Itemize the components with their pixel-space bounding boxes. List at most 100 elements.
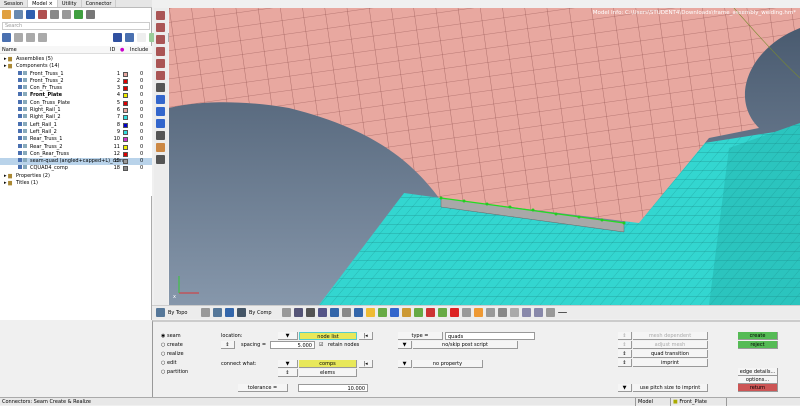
name-column-header[interactable]: Name (0, 46, 110, 53)
view-back-icon[interactable] (156, 23, 165, 32)
edge-details-button[interactable]: edge details... (738, 368, 778, 376)
solid-icon[interactable] (294, 308, 303, 317)
tab-session[interactable]: Session (0, 0, 29, 7)
group-color-icon[interactable] (474, 308, 483, 317)
component-view-icon[interactable] (2, 10, 11, 19)
node-list-selector[interactable]: node list (299, 332, 357, 340)
imprint-button[interactable]: imprint (633, 359, 708, 367)
imprint-toggle[interactable]: ⇕ (618, 359, 632, 367)
delete-icon[interactable] (450, 308, 459, 317)
lasso-icon[interactable] (201, 308, 210, 317)
spacing-toggle-icon[interactable]: ⇕ (221, 341, 235, 349)
color-swatch[interactable] (123, 122, 128, 128)
reverse-display-icon[interactable] (402, 308, 411, 317)
ruler-icon[interactable] (156, 119, 165, 128)
system-icon[interactable] (50, 10, 59, 19)
mode-radio-create[interactable]: ○ create (161, 341, 183, 349)
adjust-mesh-toggle[interactable]: ⇕ (618, 341, 632, 349)
mode-radio-realize[interactable]: ○ realize (161, 350, 184, 358)
spacing-input[interactable]: 5.000 (270, 341, 315, 349)
line-icon[interactable] (306, 308, 315, 317)
display-icon[interactable] (113, 33, 122, 42)
minus-icon[interactable] (558, 312, 567, 313)
mask-elements-icon[interactable] (426, 308, 435, 317)
color-swatch[interactable] (123, 100, 128, 106)
shading-icon[interactable] (213, 308, 222, 317)
radio-icon[interactable]: ◉ (161, 333, 165, 339)
by-comp-selector[interactable]: By Comp (249, 310, 279, 316)
pitch-dropdown-icon[interactable]: ▼ (618, 384, 632, 392)
include-column-header[interactable]: Include (130, 46, 148, 53)
by-topo-selector[interactable]: By Topo (168, 310, 198, 316)
color-swatch[interactable] (123, 86, 128, 92)
radio-icon[interactable]: ○ (161, 342, 165, 348)
plane-icon[interactable] (318, 308, 327, 317)
id-column-header[interactable]: ID (110, 46, 120, 53)
vector-icon[interactable] (342, 308, 351, 317)
mode-radio-seam[interactable]: ◉ seam (161, 332, 181, 340)
connect-dropdown-icon[interactable]: ▼ (278, 360, 298, 368)
component-row[interactable]: Rear_Truss_1 10 0 (0, 136, 152, 143)
comps-selector[interactable]: comps (299, 360, 357, 368)
tree-folder[interactable]: ▸ ▆ Components (14) (0, 63, 152, 70)
location-dropdown-icon[interactable]: ▼ (278, 332, 298, 340)
by-comp-icon[interactable] (237, 308, 246, 317)
component-row[interactable]: seam-quad (angled+capped+L)_comp 15 0 (0, 158, 152, 166)
rotate-icon[interactable] (156, 83, 165, 92)
display-all-icon[interactable] (390, 308, 399, 317)
component-row[interactable]: Con_Fr_Truss 3 0 (0, 85, 152, 92)
color-swatch[interactable] (123, 115, 128, 121)
surface-icon[interactable] (330, 308, 339, 317)
entity-icon[interactable] (498, 308, 507, 317)
mesh-dependent-button[interactable]: mesh dependent (633, 332, 708, 340)
component-row[interactable]: Left_Rail_1 8 0 (0, 121, 152, 129)
assembly-icon[interactable] (14, 10, 23, 19)
component-row[interactable]: Front_Truss_2 2 0 (0, 77, 152, 85)
hand-icon[interactable] (156, 143, 165, 152)
property-selector[interactable]: no property (413, 360, 483, 368)
component-row[interactable]: Con_Truss_Plate 5 0 (0, 99, 152, 107)
color-column-icon[interactable]: ● (120, 46, 130, 53)
reverse-icon[interactable] (38, 33, 47, 42)
gear-icon[interactable] (462, 308, 471, 317)
numbers-icon[interactable] (156, 107, 165, 116)
pitch-selector[interactable]: use pitch size to imprint (633, 384, 708, 392)
component-row[interactable]: Rear_Truss_2 11 0 (0, 143, 152, 151)
component-row[interactable]: Left_Rail_2 9 0 (0, 128, 152, 136)
reject-button[interactable]: reject (738, 341, 778, 349)
retain-nodes-checkbox[interactable]: ☑ (319, 341, 323, 349)
view-top-icon[interactable] (156, 59, 165, 68)
component-row[interactable]: Right_Rail_1 6 0 (0, 107, 152, 114)
isolate-icon[interactable] (14, 33, 23, 42)
view-right-icon[interactable] (156, 47, 165, 56)
search-input[interactable]: Search (2, 22, 150, 30)
iso-view-icon[interactable] (156, 95, 165, 104)
color-swatch[interactable] (123, 93, 128, 99)
tab-utility[interactable]: Utility (58, 0, 82, 7)
view-bottom-icon[interactable] (156, 71, 165, 80)
property-dropdown-icon[interactable]: ▼ (398, 360, 412, 368)
view-left-icon[interactable] (156, 35, 165, 44)
type-label[interactable]: type = (398, 332, 443, 340)
mode-radio-edit[interactable]: ○ edit (161, 359, 177, 367)
component-row[interactable]: Front_Plate 4 0 (0, 92, 152, 99)
color-swatch[interactable] (123, 71, 128, 77)
component-row[interactable]: CQUAD4_comp 18 0 (0, 165, 152, 172)
mode-radio-partition[interactable]: ○ partition (161, 368, 188, 376)
tree-folder[interactable]: ▸ ▆ Titles (1) (0, 180, 152, 187)
create-button[interactable]: create (738, 332, 778, 340)
post-script-selector[interactable]: no/skip post script (413, 341, 518, 349)
return-button[interactable]: return (738, 384, 778, 392)
by-topo-icon[interactable] (156, 308, 165, 317)
set-icon[interactable] (62, 10, 71, 19)
mesh-dependent-toggle[interactable]: ⇕ (618, 332, 632, 340)
radio-icon[interactable]: ○ (161, 351, 165, 357)
quad-transition-toggle[interactable]: ⇕ (618, 350, 632, 358)
align-icon[interactable] (156, 155, 165, 164)
output-icon[interactable] (86, 10, 95, 19)
cube-icon[interactable] (225, 308, 234, 317)
radio-icon[interactable]: ○ (161, 360, 165, 366)
reset-node-list-button[interactable]: |◂ (359, 332, 373, 340)
component-row[interactable]: Right_Rail_2 7 0 (0, 114, 152, 121)
reset-comps-button[interactable]: |◂ (359, 360, 373, 368)
